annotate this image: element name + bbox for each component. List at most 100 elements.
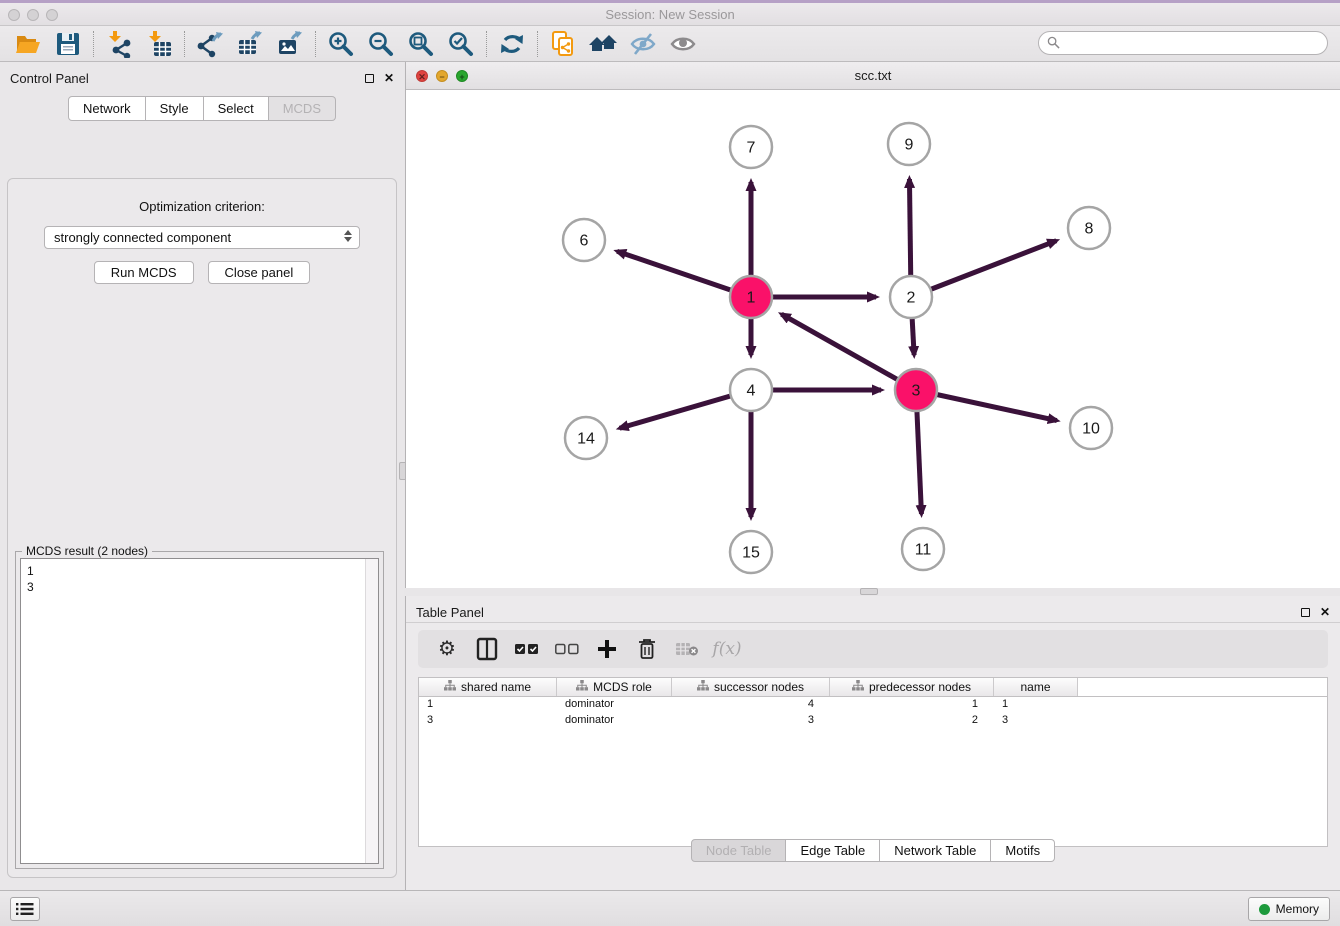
table-cell[interactable]: 4 bbox=[672, 697, 830, 713]
column-label: shared name bbox=[461, 680, 531, 694]
memory-status-icon bbox=[1259, 904, 1270, 915]
clone-network-icon[interactable] bbox=[543, 28, 583, 60]
zoom-selected-icon[interactable] bbox=[441, 28, 481, 60]
node-label: 4 bbox=[747, 383, 756, 400]
add-column-icon[interactable] bbox=[594, 636, 620, 662]
save-session-icon[interactable] bbox=[48, 28, 88, 60]
table-cell[interactable]: dominator bbox=[557, 697, 672, 713]
close-table-panel-icon[interactable]: ✕ bbox=[1320, 606, 1330, 618]
memory-label: Memory bbox=[1276, 902, 1319, 916]
table-panel: Table Panel ✕ ⚙ bbox=[405, 596, 1340, 890]
column-label: MCDS role bbox=[593, 680, 652, 694]
column-header-predecessor-nodes[interactable]: predecessor nodes bbox=[830, 678, 994, 696]
delete-icon[interactable] bbox=[634, 636, 660, 662]
tab-edge-table[interactable]: Edge Table bbox=[786, 839, 880, 862]
hierarchy-icon bbox=[444, 680, 456, 694]
graph-edge-3-1[interactable] bbox=[781, 314, 916, 390]
tab-node-table[interactable]: Node Table bbox=[691, 839, 787, 862]
table-cell[interactable]: 3 bbox=[994, 713, 1078, 729]
columns-icon[interactable] bbox=[474, 636, 500, 662]
import-table-icon[interactable] bbox=[139, 28, 179, 60]
column-header-successor-nodes[interactable]: successor nodes bbox=[672, 678, 830, 696]
tab-network-table[interactable]: Network Table bbox=[880, 839, 991, 862]
table-cell[interactable]: 1 bbox=[830, 697, 994, 713]
export-image-icon[interactable] bbox=[270, 28, 310, 60]
table-cell[interactable]: 2 bbox=[830, 713, 994, 729]
table-row[interactable]: 1dominator411 bbox=[419, 697, 1327, 713]
tab-mcds[interactable]: MCDS bbox=[269, 96, 336, 121]
column-header-name[interactable]: name bbox=[994, 678, 1078, 696]
export-network-icon[interactable] bbox=[190, 28, 230, 60]
toolbar-separator bbox=[315, 31, 316, 57]
tab-select[interactable]: Select bbox=[204, 96, 269, 121]
result-item: 1 bbox=[27, 563, 372, 579]
table-cell[interactable]: dominator bbox=[557, 713, 672, 729]
gear-icon[interactable]: ⚙ bbox=[434, 636, 460, 662]
memory-button[interactable]: Memory bbox=[1248, 897, 1330, 921]
toolbar-separator bbox=[184, 31, 185, 57]
hierarchy-icon bbox=[576, 680, 588, 694]
node-label: 8 bbox=[1085, 221, 1094, 238]
search-input[interactable] bbox=[1038, 31, 1328, 55]
node-label: 14 bbox=[577, 431, 595, 448]
import-network-icon[interactable] bbox=[99, 28, 139, 60]
node-label: 10 bbox=[1082, 421, 1100, 438]
search-icon bbox=[1047, 36, 1060, 49]
table-cell[interactable]: 1 bbox=[419, 697, 557, 713]
horizontal-splitter-handle[interactable] bbox=[860, 588, 878, 595]
control-panel-title: Control Panel bbox=[10, 71, 89, 86]
table-panel-title: Table Panel bbox=[416, 605, 484, 620]
table-header-row: shared name MCDS role successor nodes prede… bbox=[419, 678, 1327, 697]
show-all-icon[interactable] bbox=[663, 28, 703, 60]
run-mcds-button[interactable]: Run MCDS bbox=[94, 261, 194, 284]
node-label: 9 bbox=[905, 137, 914, 154]
mcds-result-title: MCDS result (2 nodes) bbox=[22, 544, 152, 558]
zoom-fit-icon[interactable] bbox=[401, 28, 441, 60]
main-toolbar bbox=[0, 26, 1340, 62]
network-canvas[interactable]: 7968124314101511 bbox=[406, 90, 1340, 588]
mcds-result-group: MCDS result (2 nodes) 13 bbox=[15, 551, 384, 869]
column-header-MCDS-role[interactable]: MCDS role bbox=[557, 678, 672, 696]
deselect-all-icon[interactable] bbox=[554, 636, 580, 662]
tab-style[interactable]: Style bbox=[146, 96, 204, 121]
mcds-result-list[interactable]: 13 bbox=[20, 558, 379, 864]
float-panel-icon[interactable] bbox=[365, 74, 374, 83]
float-table-panel-icon[interactable] bbox=[1301, 608, 1310, 617]
zoom-in-icon[interactable] bbox=[321, 28, 361, 60]
table-cell[interactable]: 3 bbox=[419, 713, 557, 729]
export-table-icon[interactable] bbox=[230, 28, 270, 60]
tab-motifs[interactable]: Motifs bbox=[991, 839, 1055, 862]
graph-edge-2-8[interactable] bbox=[911, 241, 1056, 297]
refresh-layout-icon[interactable] bbox=[492, 28, 532, 60]
table-row[interactable]: 3dominator323 bbox=[419, 713, 1327, 729]
toolbar-separator bbox=[537, 31, 538, 57]
hierarchy-icon bbox=[852, 680, 864, 694]
table-cell[interactable]: 3 bbox=[672, 713, 830, 729]
result-item: 3 bbox=[27, 579, 372, 595]
result-scrollbar[interactable] bbox=[365, 559, 378, 863]
close-panel-icon[interactable]: ✕ bbox=[384, 72, 394, 84]
table-cell[interactable]: 1 bbox=[994, 697, 1078, 713]
tab-network[interactable]: Network bbox=[68, 96, 146, 121]
column-label: name bbox=[1020, 680, 1050, 694]
node-table: shared name MCDS role successor nodes prede… bbox=[418, 677, 1328, 847]
open-session-icon[interactable] bbox=[8, 28, 48, 60]
search-field-wrap bbox=[1038, 31, 1328, 55]
column-header-shared-name[interactable]: shared name bbox=[419, 678, 557, 696]
status-bar: Memory bbox=[0, 890, 1340, 926]
toolbar-separator bbox=[93, 31, 94, 57]
hide-selected-icon[interactable] bbox=[623, 28, 663, 60]
home-networks-icon[interactable] bbox=[583, 28, 623, 60]
zoom-out-icon[interactable] bbox=[361, 28, 401, 60]
optimization-criterion-label: Optimization criterion: bbox=[8, 199, 396, 214]
select-all-icon[interactable] bbox=[514, 636, 540, 662]
node-label: 15 bbox=[742, 545, 760, 562]
delete-table-icon[interactable] bbox=[674, 636, 700, 662]
control-panel: Control Panel ✕ NetworkStyleSelectMCDS O… bbox=[0, 62, 404, 890]
close-panel-button[interactable]: Close panel bbox=[208, 261, 311, 284]
optimization-criterion-select[interactable]: strongly connected component bbox=[44, 226, 360, 249]
task-history-icon[interactable] bbox=[10, 897, 40, 921]
column-label: successor nodes bbox=[714, 680, 804, 694]
toolbar-separator bbox=[486, 31, 487, 57]
function-builder-icon[interactable]: f(x) bbox=[714, 636, 740, 662]
